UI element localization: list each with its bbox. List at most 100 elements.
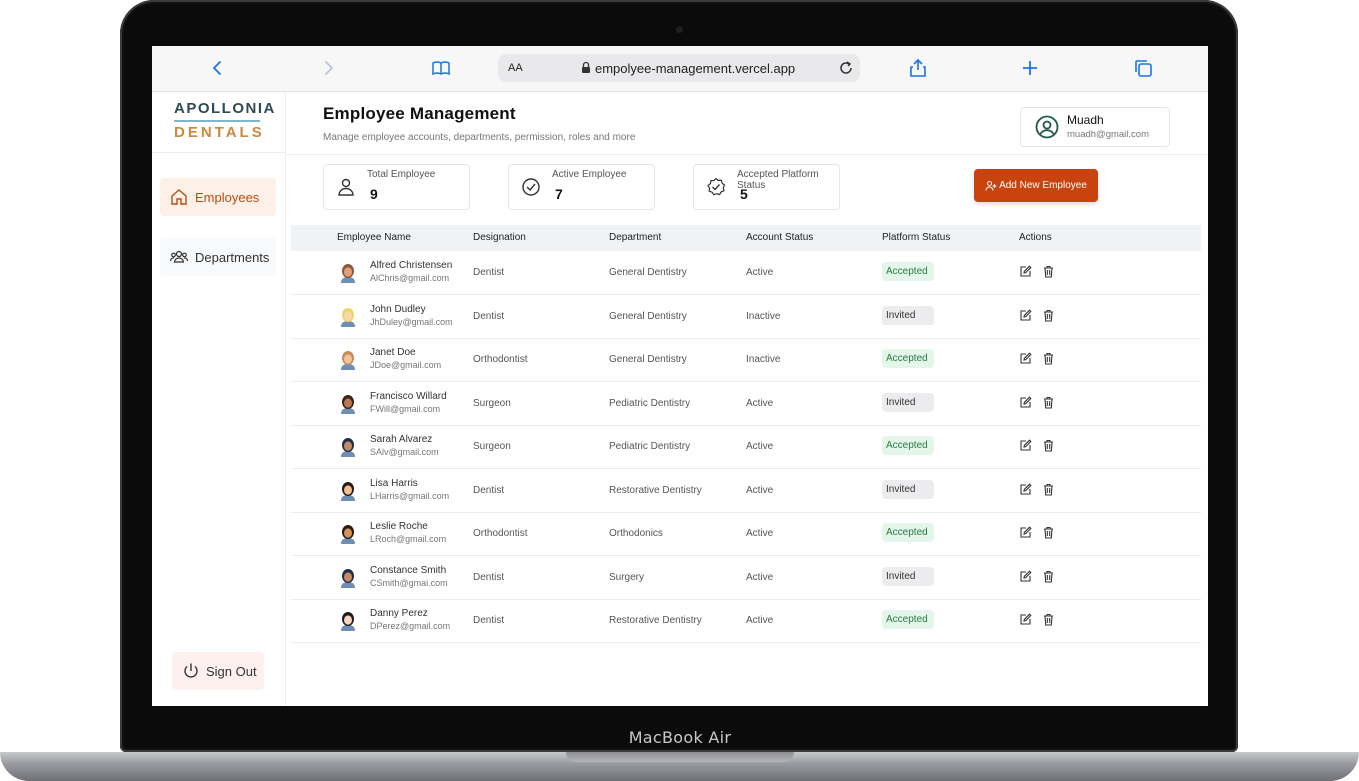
tabs-icon[interactable] xyxy=(1133,58,1153,78)
department-cell: Pediatric Dentistry xyxy=(609,441,691,452)
employee-name: Alfred Christensen xyxy=(370,260,453,271)
employee-name: Janet Doe xyxy=(370,347,416,358)
person-icon xyxy=(336,177,356,197)
delete-icon[interactable] xyxy=(1042,396,1055,409)
platform-status-badge: Invited xyxy=(882,305,934,325)
sidebar-item-label: Employees xyxy=(195,189,260,205)
new-tab-icon[interactable] xyxy=(1020,58,1040,78)
add-new-employee-button[interactable]: Add New Employee xyxy=(974,169,1098,202)
device-label: MacBook Air xyxy=(628,728,732,747)
sign-out-label: Sign Out xyxy=(206,663,257,679)
account-status-cell: Active xyxy=(746,615,774,626)
add-new-employee-label: Add New Employee xyxy=(999,180,1087,191)
delete-icon[interactable] xyxy=(1042,439,1055,452)
user-plus-icon xyxy=(985,180,997,192)
text-size-button[interactable]: AA xyxy=(508,62,523,74)
delete-icon[interactable] xyxy=(1042,265,1055,278)
sidebar-item-label: Departments xyxy=(195,249,270,265)
account-status-cell: Inactive xyxy=(746,310,781,322)
delete-icon[interactable] xyxy=(1042,570,1055,583)
edit-icon[interactable] xyxy=(1019,308,1032,322)
table-row: Francisco Willard FWill@gmail.com Surgeo… xyxy=(291,382,1201,426)
share-icon[interactable] xyxy=(908,58,928,78)
platform-status-badge: Accepted xyxy=(882,349,934,368)
designation-cell: Dentist xyxy=(473,267,505,278)
user-profile-card[interactable]: Muadh muadh@gmail.com xyxy=(1020,107,1170,147)
employee-email: AlChris@gmail.com xyxy=(370,273,450,283)
edit-icon[interactable] xyxy=(1019,352,1032,365)
employee-avatar xyxy=(337,436,359,458)
delete-icon[interactable] xyxy=(1042,613,1055,626)
browser-toolbar: AA empolyee-management.vercel.app xyxy=(152,46,1208,92)
table-row: Janet Doe JDoe@gmail.com Orthodontist Ge… xyxy=(291,338,1201,382)
account-status-cell: Active xyxy=(746,441,774,452)
employee-name: John Dudley xyxy=(370,303,426,315)
home-icon xyxy=(170,188,188,206)
forward-icon[interactable] xyxy=(319,58,339,78)
screen: AA empolyee-management.vercel.app APOLLO… xyxy=(152,46,1208,706)
employee-avatar xyxy=(337,306,359,328)
department-cell: General Dentistry xyxy=(609,310,687,322)
employee-avatar xyxy=(337,567,359,589)
edit-icon[interactable] xyxy=(1019,439,1032,452)
department-cell: General Dentistry xyxy=(609,354,687,365)
column-header[interactable]: Designation xyxy=(473,232,526,243)
table-row: Danny Perez DPerez@gmail.com Dentist Res… xyxy=(291,599,1201,643)
address-bar[interactable]: AA empolyee-management.vercel.app xyxy=(498,54,860,82)
platform-status-badge: Invited xyxy=(882,392,934,412)
employee-email: JDoe@gmail.com xyxy=(370,360,442,370)
stat-value: 5 xyxy=(740,186,748,202)
stat-label: Active Employee xyxy=(552,169,627,180)
employee-email: CSmith@gmai.com xyxy=(370,577,448,588)
stat-value: 7 xyxy=(555,186,563,202)
edit-icon[interactable] xyxy=(1019,613,1032,626)
edit-icon[interactable] xyxy=(1019,526,1032,539)
column-header[interactable]: Employee Name xyxy=(337,232,411,243)
employee-avatar xyxy=(337,349,359,371)
laptop-notch xyxy=(566,752,794,762)
edit-icon[interactable] xyxy=(1019,482,1032,496)
stat-accepted-platform-status: Accepted Platform Status 5 xyxy=(693,164,840,210)
bookmarks-icon[interactable] xyxy=(431,58,451,78)
sidebar-item-employees[interactable]: Employees xyxy=(160,178,276,216)
sidebar: APOLLONIA DENTALS Employees Departments … xyxy=(152,92,286,706)
lock-icon xyxy=(580,61,592,74)
column-header[interactable]: Account Status xyxy=(746,232,813,243)
employee-name: Lisa Harris xyxy=(370,477,418,489)
delete-icon[interactable] xyxy=(1042,526,1055,539)
delete-icon[interactable] xyxy=(1042,483,1055,496)
reload-icon[interactable] xyxy=(838,60,854,76)
account-status-cell: Active xyxy=(746,267,774,278)
account-status-cell: Inactive xyxy=(746,354,781,365)
main-content: Employee Management Manage employee acco… xyxy=(286,92,1208,706)
edit-icon[interactable] xyxy=(1019,395,1032,409)
designation-cell: Dentist xyxy=(473,615,505,626)
sidebar-item-departments[interactable]: Departments xyxy=(160,238,276,276)
url-text: empolyee-management.vercel.app xyxy=(595,61,796,76)
employee-name: Constance Smith xyxy=(370,564,447,576)
employee-email: JhDuley@gmail.com xyxy=(370,316,453,327)
column-header[interactable]: Platform Status xyxy=(882,232,950,243)
users-group-icon xyxy=(169,248,189,266)
employee-email: DPerez@gmail.com xyxy=(370,621,451,631)
page-title: Employee Management xyxy=(323,104,516,123)
stat-total-employee: Total Employee 9 xyxy=(323,164,470,210)
back-icon[interactable] xyxy=(207,58,227,78)
table-row: Alfred Christensen AlChris@gmail.com Den… xyxy=(291,251,1201,295)
employee-email: SAlv@gmail.com xyxy=(370,447,439,457)
sign-out-button[interactable]: Sign Out xyxy=(172,652,264,690)
user-email: muadh@gmail.com xyxy=(1067,129,1149,140)
employee-avatar xyxy=(337,393,359,415)
delete-icon[interactable] xyxy=(1042,352,1055,365)
header-divider xyxy=(286,154,1208,155)
check-circle-icon xyxy=(521,177,541,197)
department-cell: Restorative Dentistry xyxy=(609,484,702,496)
column-header[interactable]: Department xyxy=(609,232,661,243)
edit-icon[interactable] xyxy=(1019,569,1032,583)
page-subtitle: Manage employee accounts, departments, p… xyxy=(323,132,636,143)
logo[interactable]: APOLLONIA DENTALS xyxy=(152,92,285,153)
table-row: Lisa Harris LHarris@gmail.com Dentist Re… xyxy=(291,469,1201,513)
platform-status-badge: Accepted xyxy=(882,610,934,629)
edit-icon[interactable] xyxy=(1019,265,1032,278)
delete-icon[interactable] xyxy=(1042,309,1055,322)
